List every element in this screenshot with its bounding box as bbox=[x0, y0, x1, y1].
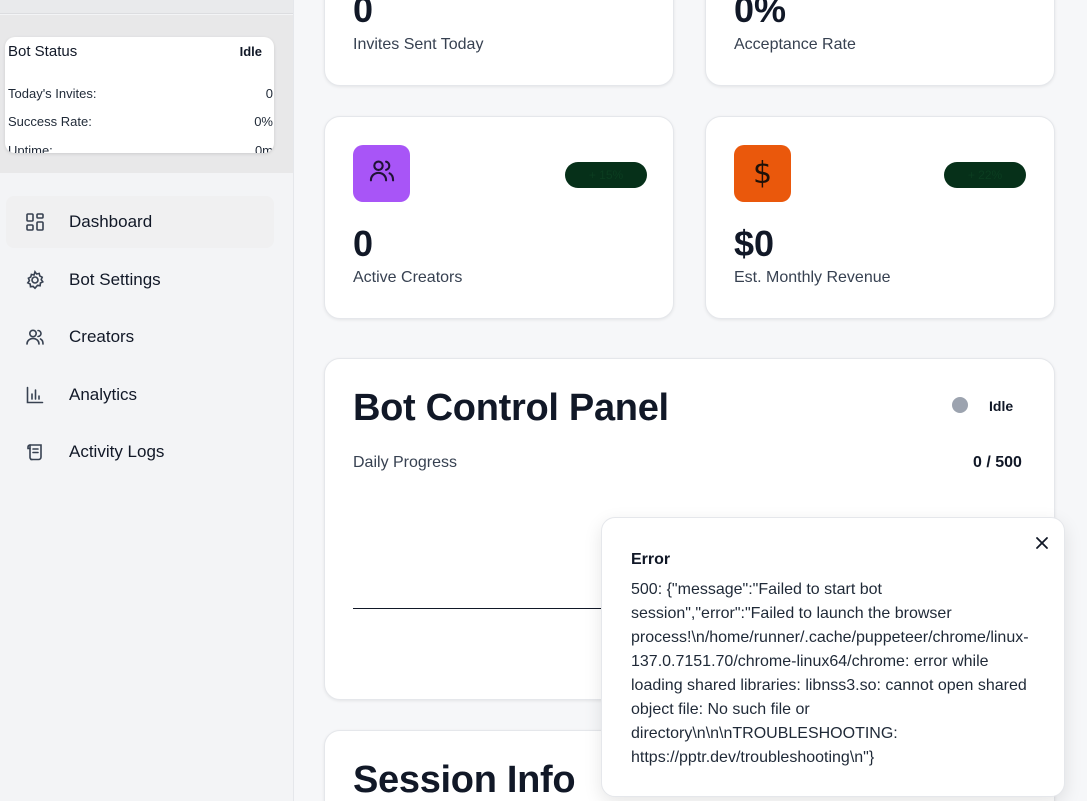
sidebar-item-label: Activity Logs bbox=[69, 442, 165, 461]
sidebar-nav: Dashboard Bot Settings Creators Analytic… bbox=[6, 196, 274, 484]
sidebar-item-activity-logs[interactable]: Activity Logs bbox=[6, 426, 274, 478]
status-row-label: Success Rate: bbox=[8, 114, 92, 129]
toast-message: 500: {"message":"Failed to start bot ses… bbox=[631, 581, 1029, 766]
toast-title: Error bbox=[631, 551, 671, 568]
stat-card-active-creators: + 15% 0 Active Creators bbox=[324, 116, 674, 319]
revenue-icon-box: $ bbox=[734, 145, 791, 202]
sidebar: Bot Status Idle Today's Invites: 0 Succe… bbox=[0, 0, 294, 801]
stat-label: Active Creators bbox=[353, 269, 463, 286]
sidebar-item-label: Creators bbox=[69, 327, 135, 346]
sidebar-item-label: Bot Settings bbox=[69, 269, 161, 289]
bot-status-title: Bot Status bbox=[8, 43, 78, 60]
sidebar-item-dashboard[interactable]: Dashboard bbox=[6, 196, 274, 248]
users-icon bbox=[25, 327, 45, 347]
bot-status-badge: Idle bbox=[239, 44, 262, 59]
daily-progress-bar bbox=[353, 608, 613, 609]
daily-progress-value: 0 / 500 bbox=[973, 454, 1022, 471]
status-row-uptime: Uptime: 0m bbox=[8, 143, 274, 153]
stat-value: $0 bbox=[734, 223, 775, 264]
stat-card-acceptance-rate: 0% Acceptance Rate bbox=[705, 0, 1055, 86]
stat-label: Acceptance Rate bbox=[734, 36, 856, 53]
status-row-value: 0 bbox=[265, 86, 273, 101]
dollar-icon: $ bbox=[752, 156, 773, 191]
sidebar-item-creators[interactable]: Creators bbox=[6, 311, 274, 363]
stat-value: 0% bbox=[734, 0, 787, 30]
gear-icon bbox=[25, 269, 45, 290]
scroll-icon bbox=[25, 442, 45, 462]
users-icon bbox=[368, 157, 396, 190]
status-row-value: 0m bbox=[254, 143, 273, 153]
stat-card-invites-sent: 0 Invites Sent Today bbox=[324, 0, 674, 86]
creators-icon-box bbox=[353, 145, 410, 202]
bar-chart-icon bbox=[25, 385, 45, 405]
bot-status-card: Bot Status Idle Today's Invites: 0 Succe… bbox=[5, 37, 274, 153]
growth-badge: + 22% bbox=[944, 162, 1026, 188]
status-row-value: 0% bbox=[254, 114, 273, 129]
sidebar-item-label: Analytics bbox=[69, 384, 138, 404]
sidebar-item-analytics[interactable]: Analytics bbox=[6, 369, 274, 421]
control-panel-status: Idle bbox=[989, 398, 1014, 414]
status-row-label: Today's Invites: bbox=[8, 86, 97, 101]
status-row-success-rate: Success Rate: 0% bbox=[8, 114, 274, 129]
status-row-invites: Today's Invites: 0 bbox=[8, 86, 274, 101]
stat-value: 0 bbox=[353, 0, 374, 30]
stat-card-monthly-revenue: $ + 22% $0 Est. Monthly Revenue bbox=[705, 116, 1055, 319]
sidebar-item-bot-settings[interactable]: Bot Settings bbox=[6, 254, 274, 306]
stat-value: 0 bbox=[353, 223, 374, 264]
error-toast: Error 500: {"message":"Failed to start b… bbox=[601, 517, 1065, 797]
stat-label: Est. Monthly Revenue bbox=[734, 269, 891, 286]
control-panel-title: Bot Control Panel bbox=[353, 387, 669, 429]
status-dot bbox=[952, 397, 968, 413]
sidebar-top-strip bbox=[0, 0, 293, 14]
dashboard-grid-icon bbox=[25, 212, 45, 232]
status-row-label: Uptime: bbox=[8, 143, 53, 153]
session-info-title: Session Info bbox=[353, 759, 576, 801]
stat-label: Invites Sent Today bbox=[353, 36, 484, 53]
close-icon[interactable] bbox=[1034, 535, 1050, 551]
daily-progress-label: Daily Progress bbox=[353, 454, 458, 471]
bot-status-panel: Bot Status Idle Today's Invites: 0 Succe… bbox=[0, 15, 293, 173]
sidebar-item-label: Dashboard bbox=[69, 212, 153, 231]
growth-badge: + 15% bbox=[565, 162, 647, 188]
